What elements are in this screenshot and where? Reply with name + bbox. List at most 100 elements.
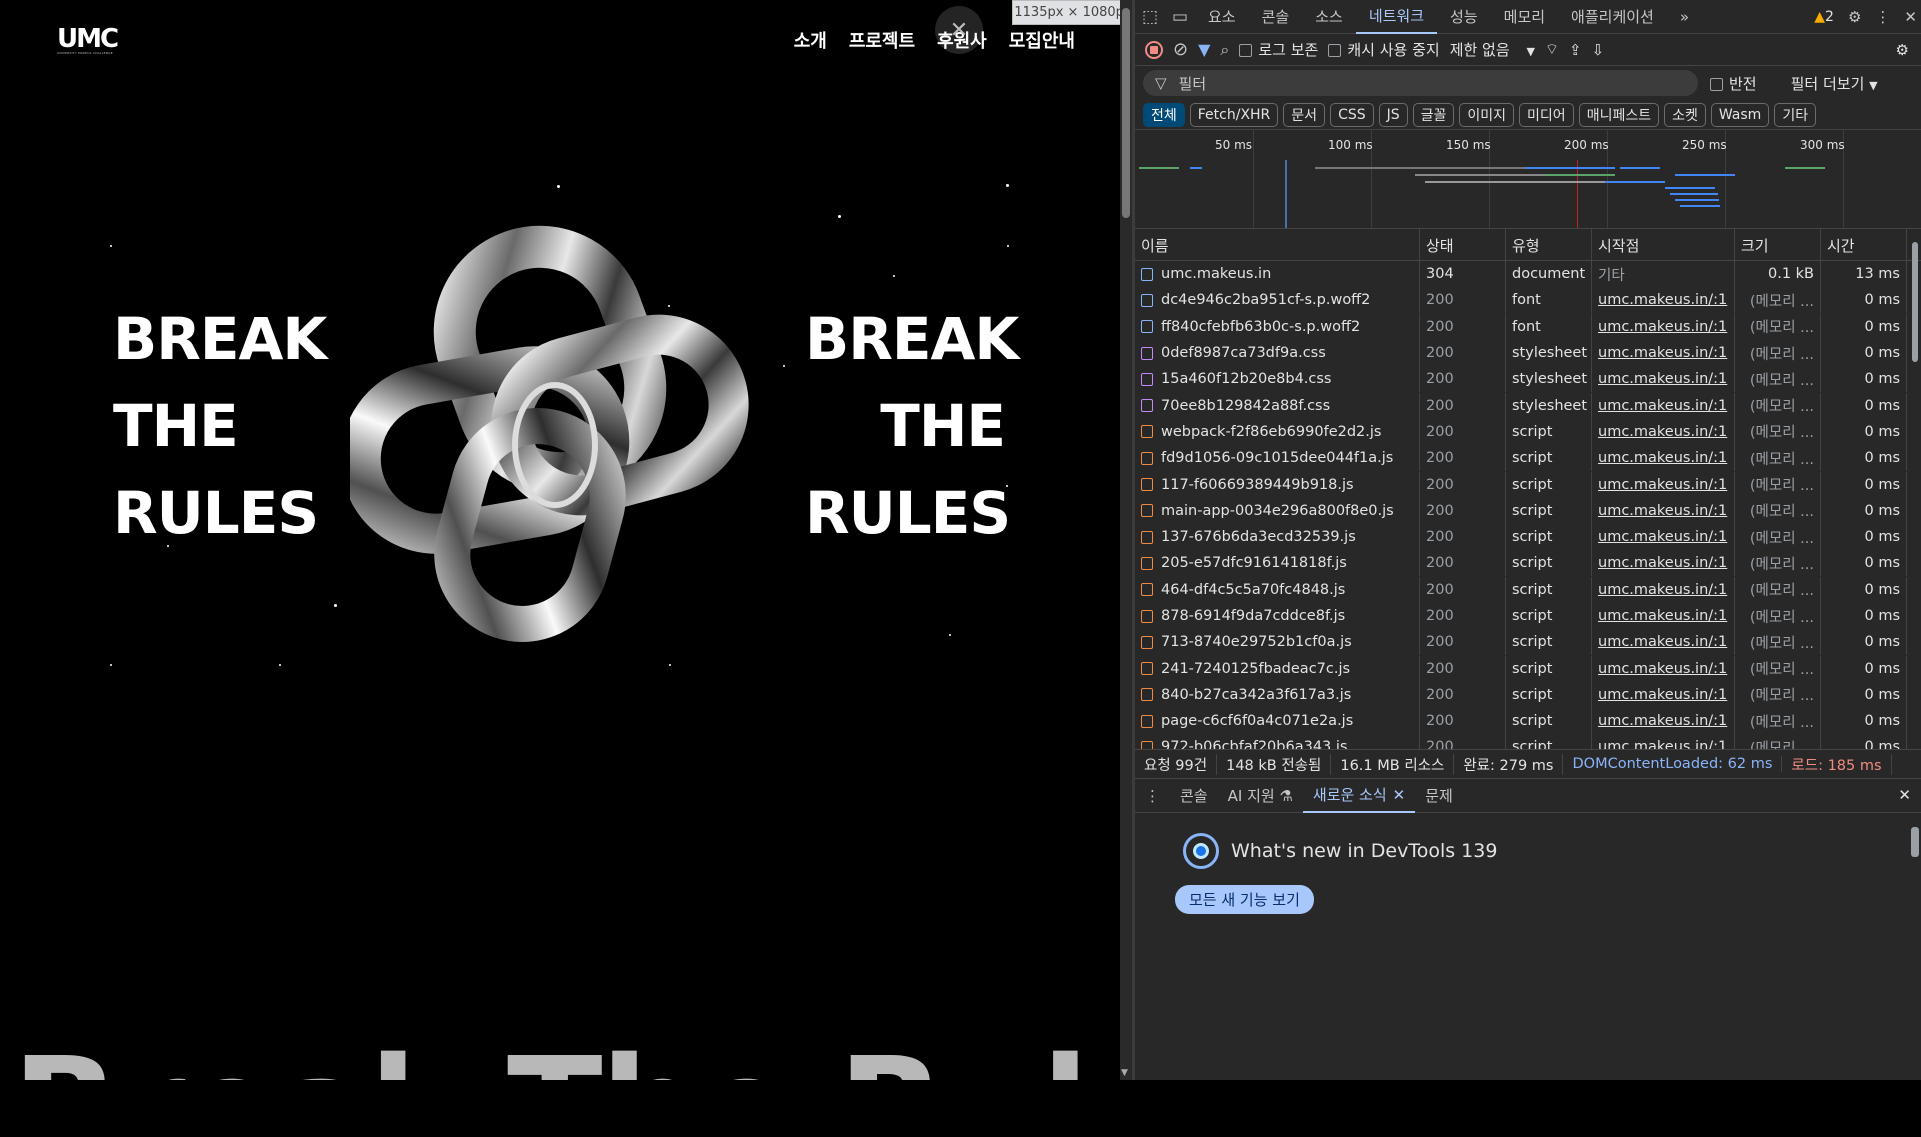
chip-img[interactable]: 이미지 bbox=[1459, 102, 1515, 127]
drawer-menu-icon[interactable]: ⋮ bbox=[1135, 779, 1170, 813]
settings-gear-icon[interactable]: ⚙ bbox=[1848, 8, 1861, 26]
table-row[interactable]: 0def8987ca73df9a.css 200 stylesheet umc.mak… bbox=[1135, 340, 1921, 367]
request-initiator[interactable]: umc.makeus.in/:1 bbox=[1592, 576, 1735, 603]
request-initiator[interactable]: umc.makeus.in/:1 bbox=[1592, 734, 1735, 749]
see-all-features-button[interactable]: 모든 새 기능 보기 bbox=[1175, 885, 1314, 914]
drawer-tab-whats-new[interactable]: 새로운 소식 ✕ bbox=[1302, 779, 1416, 813]
drawer-scrollbar-thumb[interactable] bbox=[1911, 827, 1919, 857]
drawer-tab-issues[interactable]: 문제 bbox=[1415, 779, 1463, 813]
more-filters-dropdown[interactable]: 필터 더보기 ▼ bbox=[1791, 73, 1878, 94]
scroll-down-icon[interactable]: ▼ bbox=[1121, 1068, 1128, 1078]
close-devtools-icon[interactable]: ✕ bbox=[1904, 8, 1917, 26]
device-toolbar-icon[interactable]: ▭ bbox=[1165, 0, 1195, 34]
nav-item-projects[interactable]: 프로젝트 bbox=[849, 27, 915, 53]
chip-socket[interactable]: 소켓 bbox=[1664, 102, 1706, 127]
close-drawer-icon[interactable]: ✕ bbox=[1898, 786, 1911, 804]
warning-badge[interactable]: ▲2 bbox=[1814, 9, 1834, 25]
tab-application[interactable]: 애플리케이션 bbox=[1558, 0, 1667, 34]
table-row[interactable]: ff840cfebfb63b0c-s.p.woff2 200 font umc.mak… bbox=[1135, 313, 1921, 340]
request-initiator[interactable]: umc.makeus.in/:1 bbox=[1592, 629, 1735, 656]
network-conditions-icon[interactable]: ⌔ bbox=[1545, 40, 1559, 59]
column-size[interactable]: 크기 bbox=[1735, 229, 1821, 261]
filter-funnel-icon[interactable]: ▼ bbox=[1198, 40, 1210, 59]
column-time[interactable]: 시간 bbox=[1821, 229, 1907, 261]
import-har-icon[interactable]: ⇪ bbox=[1569, 41, 1582, 59]
chip-all[interactable]: 전체 bbox=[1143, 102, 1185, 127]
table-row[interactable]: 117-f60669389449b918.js 200 script umc.make… bbox=[1135, 471, 1921, 498]
request-initiator[interactable]: umc.makeus.in/:1 bbox=[1592, 392, 1735, 419]
chip-manifest[interactable]: 매니페스트 bbox=[1578, 102, 1660, 127]
chip-doc[interactable]: 문서 bbox=[1283, 102, 1326, 127]
table-row[interactable]: 972-b06cbfaf20b6a343.js 200 script umc.make… bbox=[1135, 734, 1921, 749]
close-icon[interactable]: ✕ bbox=[935, 6, 983, 54]
clear-icon[interactable]: ⊘ bbox=[1173, 39, 1188, 60]
nav-item-recruit[interactable]: 모집안내 bbox=[1009, 27, 1075, 53]
table-row[interactable]: main-app-0034e296a800f8e0.js 200 script umc… bbox=[1135, 497, 1921, 524]
site-logo[interactable]: UMC UNIVERSITY MAKEUS CHALLENGE bbox=[57, 26, 119, 55]
table-row[interactable]: fd9d1056-09c1015dee044f1a.js 200 script umc… bbox=[1135, 445, 1921, 472]
table-row[interactable]: 137-676b6da3ecd32539.js 200 script umc.make… bbox=[1135, 524, 1921, 551]
request-initiator[interactable]: umc.makeus.in/:1 bbox=[1592, 287, 1735, 314]
table-row[interactable]: 205-e57dfc916141818f.js 200 script umc.make… bbox=[1135, 550, 1921, 577]
chip-other[interactable]: 기타 bbox=[1774, 102, 1817, 127]
table-row[interactable]: 241-7240125fbadeac7c.js 200 script umc.make… bbox=[1135, 655, 1921, 682]
tab-console[interactable]: 콘솔 bbox=[1249, 0, 1303, 34]
export-har-icon[interactable]: ⇩ bbox=[1592, 41, 1605, 59]
network-overview-timeline[interactable]: 50 ms 100 ms 150 ms 200 ms 250 ms 300 ms bbox=[1135, 130, 1921, 229]
tab-performance[interactable]: 성능 bbox=[1437, 0, 1491, 34]
stop-recording-icon[interactable] bbox=[1145, 40, 1163, 59]
more-options-icon[interactable]: ⋮ bbox=[1875, 8, 1890, 26]
request-initiator[interactable]: umc.makeus.in/:1 bbox=[1592, 445, 1735, 472]
column-name[interactable]: 이름 bbox=[1135, 229, 1420, 261]
request-initiator[interactable]: umc.makeus.in/:1 bbox=[1592, 655, 1735, 682]
request-initiator[interactable]: umc.makeus.in/:1 bbox=[1592, 524, 1735, 551]
table-row[interactable]: page-c6cf6f0a4c071e2a.js 200 script umc.mak… bbox=[1135, 708, 1921, 735]
table-row[interactable]: 15a460f12b20e8b4.css 200 stylesheet umc.mak… bbox=[1135, 366, 1921, 393]
request-initiator[interactable]: umc.makeus.in/:1 bbox=[1592, 418, 1735, 445]
table-row[interactable]: dc4e946c2ba951cf-s.p.woff2 200 font umc.mak… bbox=[1135, 287, 1921, 314]
preserve-log-checkbox[interactable]: 로그 보존 bbox=[1239, 39, 1318, 60]
column-type[interactable]: 유형 bbox=[1506, 229, 1592, 261]
close-tab-icon[interactable]: ✕ bbox=[1393, 786, 1406, 804]
chip-css[interactable]: CSS bbox=[1330, 102, 1374, 127]
chip-media[interactable]: 미디어 bbox=[1519, 102, 1574, 127]
throttle-select[interactable]: 제한 없음 ▼ bbox=[1450, 39, 1535, 60]
table-row[interactable]: 878-6914f9da7cddce8f.js 200 script umc.make… bbox=[1135, 603, 1921, 629]
request-initiator[interactable]: umc.makeus.in/:1 bbox=[1592, 471, 1735, 498]
request-initiator[interactable]: umc.makeus.in/:1 bbox=[1592, 340, 1735, 367]
request-initiator[interactable]: umc.makeus.in/:1 bbox=[1592, 366, 1735, 393]
site-scrollbar-thumb[interactable] bbox=[1122, 8, 1130, 218]
requests-scrollbar-thumb[interactable] bbox=[1912, 242, 1918, 362]
chip-js[interactable]: JS bbox=[1378, 102, 1408, 127]
tab-network[interactable]: 네트워크 bbox=[1355, 0, 1438, 34]
chip-wasm[interactable]: Wasm bbox=[1710, 102, 1770, 127]
table-row[interactable]: 713-8740e29752b1cf0a.js 200 script umc.make… bbox=[1135, 629, 1921, 656]
site-scrollbar[interactable]: ▼ bbox=[1120, 0, 1132, 1080]
tab-sources[interactable]: 소스 bbox=[1302, 0, 1356, 34]
table-row[interactable]: 70ee8b129842a88f.css 200 stylesheet umc.mak… bbox=[1135, 392, 1921, 419]
request-initiator[interactable]: umc.makeus.in/:1 bbox=[1592, 681, 1735, 708]
inspect-element-icon[interactable]: ⬚ bbox=[1135, 0, 1165, 34]
chip-font[interactable]: 글꼴 bbox=[1412, 102, 1455, 127]
more-tabs-icon[interactable]: » bbox=[1667, 0, 1702, 34]
drawer-tab-ai-assistance[interactable]: AI 지원 ⚗ bbox=[1218, 779, 1303, 813]
column-status[interactable]: 상태 bbox=[1420, 229, 1506, 261]
search-icon[interactable]: ⌕ bbox=[1220, 40, 1229, 60]
request-initiator[interactable]: 기타 bbox=[1592, 261, 1735, 288]
tab-memory[interactable]: 메모리 bbox=[1491, 0, 1558, 34]
column-initiator[interactable]: 시작점 bbox=[1592, 229, 1735, 261]
tab-elements[interactable]: 요소 bbox=[1195, 0, 1249, 34]
network-settings-gear-icon[interactable]: ⚙ bbox=[1896, 41, 1909, 59]
table-row[interactable]: webpack-f2f86eb6990fe2d2.js 200 script umc.… bbox=[1135, 418, 1921, 445]
request-initiator[interactable]: umc.makeus.in/:1 bbox=[1592, 313, 1735, 340]
nav-item-about[interactable]: 소개 bbox=[794, 27, 827, 53]
chip-fetch-xhr[interactable]: Fetch/XHR bbox=[1189, 102, 1279, 127]
drawer-tab-console[interactable]: 콘솔 bbox=[1170, 779, 1218, 813]
invert-checkbox[interactable]: 반전 bbox=[1710, 73, 1757, 94]
table-row[interactable]: 840-b27ca342a3f617a3.js 200 script umc.make… bbox=[1135, 681, 1921, 708]
requests-scrollbar[interactable] bbox=[1909, 234, 1921, 720]
request-initiator[interactable]: umc.makeus.in/:1 bbox=[1592, 497, 1735, 524]
request-initiator[interactable]: umc.makeus.in/:1 bbox=[1592, 550, 1735, 577]
request-initiator[interactable]: umc.makeus.in/:1 bbox=[1592, 708, 1735, 735]
table-row[interactable]: 464-df4c5c5a70fc4848.js 200 script umc.make… bbox=[1135, 576, 1921, 603]
